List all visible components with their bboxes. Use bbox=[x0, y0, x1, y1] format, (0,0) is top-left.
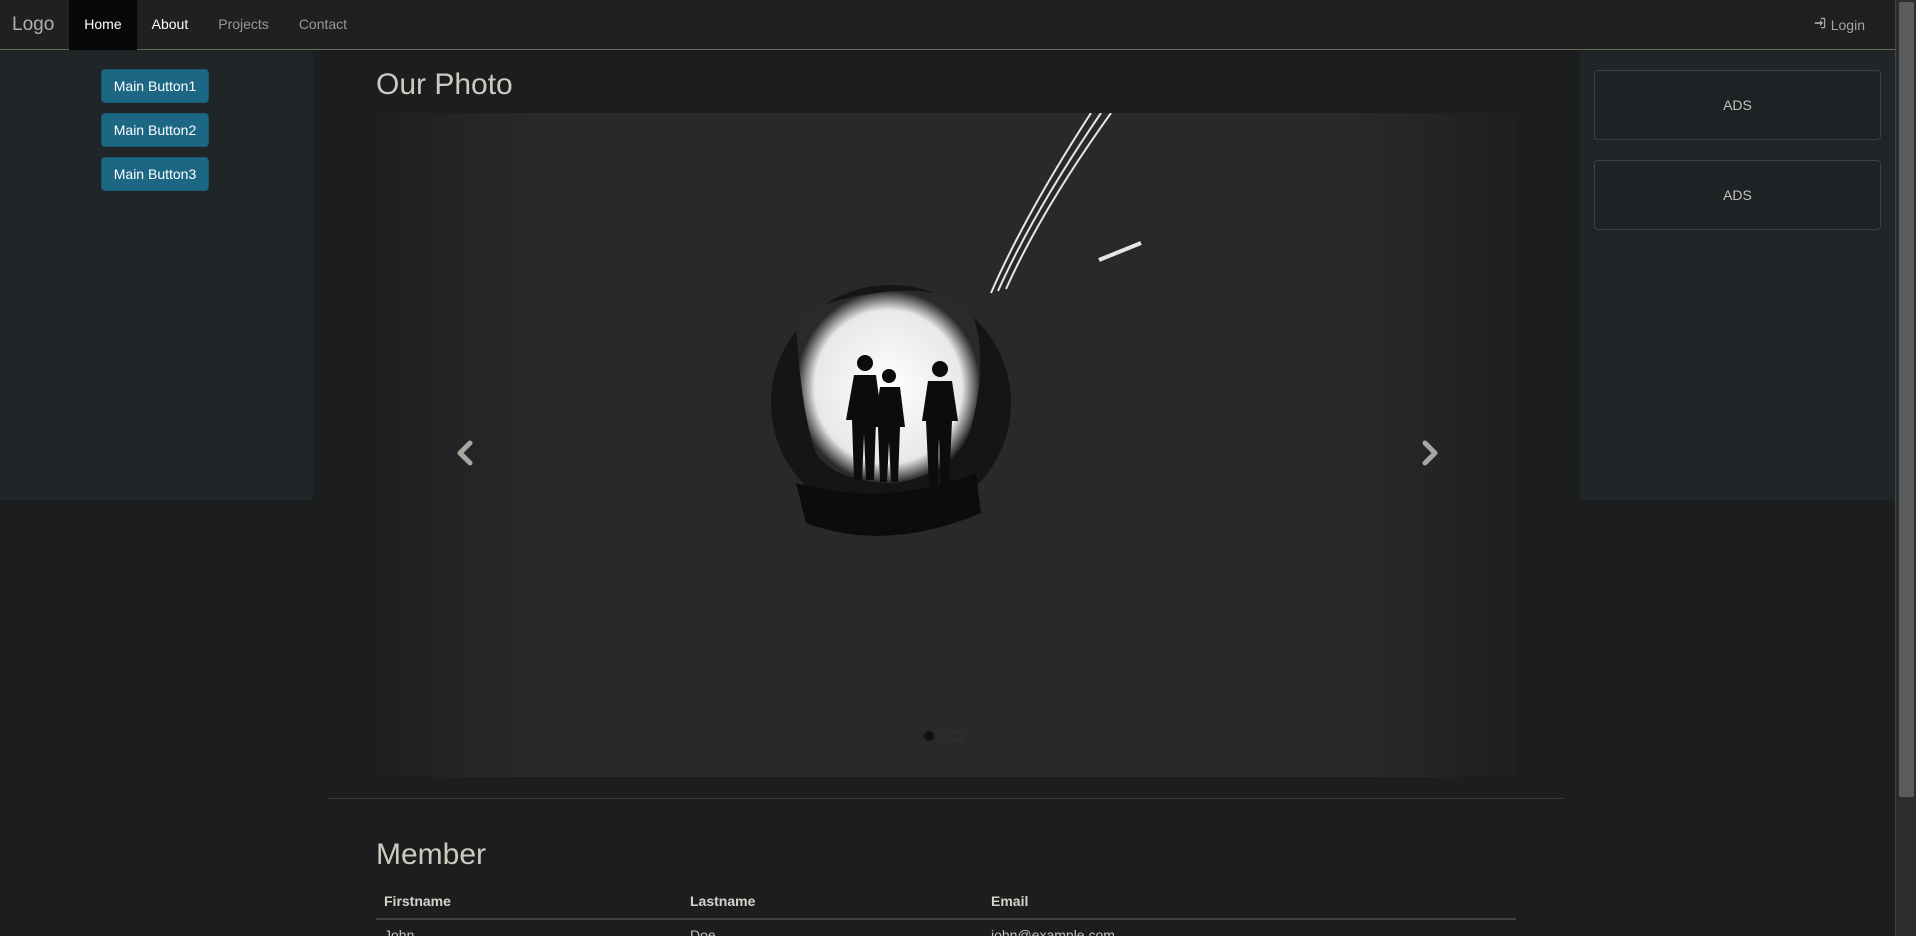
carousel-indicator-1[interactable] bbox=[924, 731, 934, 741]
right-sidebar: ADS ADS bbox=[1580, 51, 1895, 500]
carousel-next-button[interactable] bbox=[1409, 433, 1449, 473]
main-button-2[interactable]: Main Button2 bbox=[101, 113, 209, 147]
nav-about[interactable]: About bbox=[137, 0, 204, 50]
main-button-3[interactable]: Main Button3 bbox=[101, 157, 209, 191]
carousel-indicator-2[interactable] bbox=[938, 731, 948, 741]
table-cell: John bbox=[384, 927, 415, 936]
table-row: John Doe john@example.com bbox=[376, 920, 1516, 936]
chevron-right-icon bbox=[1422, 440, 1438, 466]
nav-contact[interactable]: Contact bbox=[284, 0, 362, 50]
logo[interactable]: Logo bbox=[0, 0, 69, 50]
login-link[interactable]: Login bbox=[1813, 0, 1865, 50]
nav-home[interactable]: Home bbox=[69, 0, 137, 50]
section-divider bbox=[328, 798, 1564, 799]
login-label: Login bbox=[1830, 17, 1865, 33]
table-body: John Doe john@example.com bbox=[376, 920, 1516, 936]
carousel-indicator-3[interactable] bbox=[952, 731, 962, 741]
ad-box-1[interactable]: ADS bbox=[1594, 70, 1881, 140]
member-section-title: Member bbox=[376, 838, 487, 871]
top-navbar: Logo Home About Projects Contact Login bbox=[0, 0, 1895, 50]
nav-projects[interactable]: Projects bbox=[203, 0, 284, 50]
chevron-left-icon bbox=[457, 440, 473, 466]
photo-section-title: Our Photo bbox=[376, 68, 513, 101]
main-button-1[interactable]: Main Button1 bbox=[101, 69, 209, 103]
carousel-slide-image bbox=[771, 113, 1142, 536]
page-scrollbar[interactable] bbox=[1895, 0, 1916, 936]
carousel-prev-button[interactable] bbox=[446, 433, 486, 473]
photo-carousel[interactable] bbox=[376, 113, 1516, 777]
carousel-indicators bbox=[924, 731, 962, 741]
table-header-lastname: Lastname bbox=[690, 893, 756, 909]
member-table: Firstname Lastname Email John Doe john@e… bbox=[376, 884, 1516, 936]
table-header-row: Firstname Lastname Email bbox=[376, 884, 1516, 920]
table-cell: john@example.com bbox=[991, 927, 1115, 936]
table-header-firstname: Firstname bbox=[384, 893, 451, 909]
table-header-email: Email bbox=[991, 893, 1029, 909]
table-cell: Doe bbox=[690, 927, 716, 936]
left-sidebar: Main Button1 Main Button2 Main Button3 bbox=[0, 51, 313, 500]
ad-box-2[interactable]: ADS bbox=[1594, 160, 1881, 230]
login-icon bbox=[1813, 1, 1827, 49]
scrollbar-thumb[interactable] bbox=[1899, 2, 1914, 797]
